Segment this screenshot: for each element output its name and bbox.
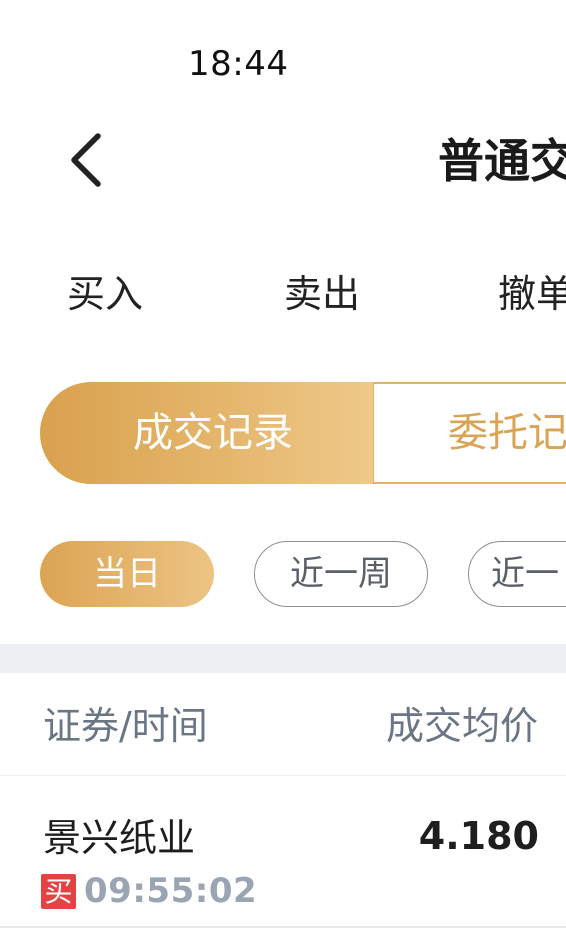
chevron-left-icon xyxy=(71,133,101,187)
segment-trade-records[interactable]: 成交记录 xyxy=(40,382,374,484)
filter-month[interactable]: 近一 xyxy=(468,541,566,607)
tab-cancel[interactable]: 撤单 xyxy=(498,268,566,320)
back-button[interactable] xyxy=(62,128,114,192)
status-time: 18:44 xyxy=(188,44,289,84)
section-divider xyxy=(0,644,566,673)
filter-today-label: 当日 xyxy=(93,554,161,594)
tab-buy[interactable]: 买入 xyxy=(67,268,143,320)
table-row[interactable]: 景兴纸业 4.180 买 09:55:02 xyxy=(0,776,566,926)
segment-order-records[interactable]: 委托记 xyxy=(373,382,566,484)
segment-order-records-label: 委托记 xyxy=(448,410,566,456)
column-header-security-time: 证券/时间 xyxy=(43,704,208,748)
stock-name: 景兴纸业 xyxy=(43,816,196,860)
buy-badge: 买 xyxy=(41,874,76,909)
column-header-avg-price: 成交均价 xyxy=(385,704,538,748)
segment-trade-records-label: 成交记录 xyxy=(133,410,293,456)
tab-sell[interactable]: 卖出 xyxy=(284,268,360,320)
trade-time: 09:55:02 xyxy=(84,871,258,911)
filter-week[interactable]: 近一周 xyxy=(254,541,428,607)
avg-price: 4.180 xyxy=(418,814,539,858)
screen: 18:44 普通交 买入 卖出 撤单 成交记录 委托记 当日 近一周 近一 证券… xyxy=(0,0,566,945)
page-title: 普通交 xyxy=(438,134,566,188)
filter-month-label: 近一 xyxy=(491,554,559,594)
filter-week-label: 近一周 xyxy=(290,554,392,594)
row-divider xyxy=(0,926,566,928)
filter-today[interactable]: 当日 xyxy=(40,541,214,607)
